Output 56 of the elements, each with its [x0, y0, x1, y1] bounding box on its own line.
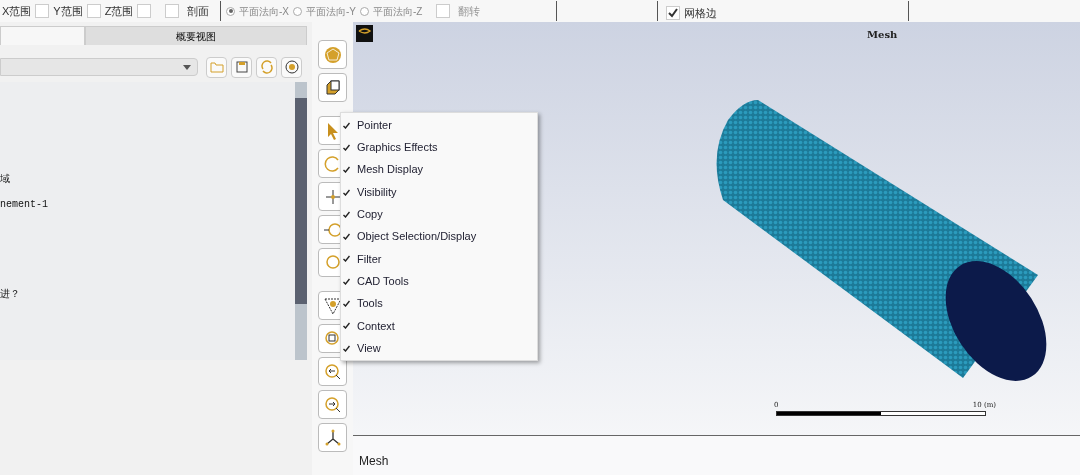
folder-icon	[209, 61, 224, 73]
checkbox[interactable]	[137, 4, 152, 18]
radio-button[interactable]	[293, 6, 302, 16]
sphere-icon	[322, 44, 343, 65]
checkbox-label: 剖面	[187, 3, 209, 19]
zoom-in-icon	[322, 361, 343, 382]
tool-button[interactable]	[318, 40, 347, 69]
save-icon	[235, 61, 248, 73]
menu-item[interactable]: Context	[341, 314, 537, 337]
menu-item[interactable]: View	[341, 336, 537, 360]
checkbox[interactable]	[436, 4, 450, 18]
menu-item[interactable]: Copy	[341, 203, 537, 226]
console-text: Mesh	[359, 453, 389, 470]
checkbox[interactable]	[666, 6, 680, 20]
radio-button[interactable]	[226, 6, 235, 16]
radio-label: 平面法向-X	[239, 4, 289, 19]
radio-label: 平面法向-Y	[306, 4, 356, 19]
tool-button[interactable]	[318, 357, 347, 386]
viewport-title: Mesh	[867, 28, 898, 42]
dropdown[interactable]	[0, 58, 198, 76]
box-zoom-icon	[322, 295, 343, 316]
tab[interactable]	[0, 26, 85, 45]
save-button[interactable]	[231, 56, 252, 78]
checkbox-label: X范围	[2, 3, 32, 19]
tool-button[interactable]	[318, 390, 347, 419]
radio-label: 平面法向-Z	[373, 4, 423, 19]
menu-item[interactable]: Filter	[341, 247, 537, 271]
tree-item[interactable]: nement-1	[0, 197, 48, 212]
checkbox[interactable]	[165, 4, 179, 18]
menu-item[interactable]: Tools	[341, 292, 537, 315]
radio-button[interactable]	[360, 6, 369, 16]
menu-item[interactable]: CAD Tools	[341, 270, 537, 293]
scrollbar[interactable]	[295, 82, 307, 360]
checkbox-label: Z范围	[104, 3, 134, 19]
open-folder-button[interactable]	[206, 56, 227, 78]
tree-item[interactable]: 域	[0, 172, 10, 187]
help-icon	[284, 60, 299, 74]
tab[interactable]: 概要视图	[85, 26, 307, 45]
checkbox-label: 网格边	[684, 5, 717, 21]
refresh-icon	[259, 60, 274, 74]
tool-button[interactable]	[318, 73, 347, 102]
tree-item[interactable]: 进？	[0, 287, 20, 302]
checkbox[interactable]	[86, 4, 101, 18]
help-button[interactable]	[281, 56, 302, 78]
checkbox[interactable]	[35, 4, 50, 18]
zoom-out-icon	[322, 394, 343, 415]
menu-item[interactable]: Mesh Display	[341, 158, 537, 181]
menu-item[interactable]: Graphics Effects	[341, 136, 537, 159]
checkbox-label: 翻转	[458, 3, 480, 19]
menu-item[interactable]: Object Selection/Display	[341, 225, 537, 248]
checkbox-label: Y范围	[53, 3, 83, 19]
tool-button[interactable]	[318, 423, 347, 452]
menu-item[interactable]: Pointer	[341, 114, 537, 137]
logo-icon	[356, 25, 373, 42]
caret-icon	[183, 64, 191, 70]
menu-item[interactable]: Visibility	[341, 180, 537, 204]
